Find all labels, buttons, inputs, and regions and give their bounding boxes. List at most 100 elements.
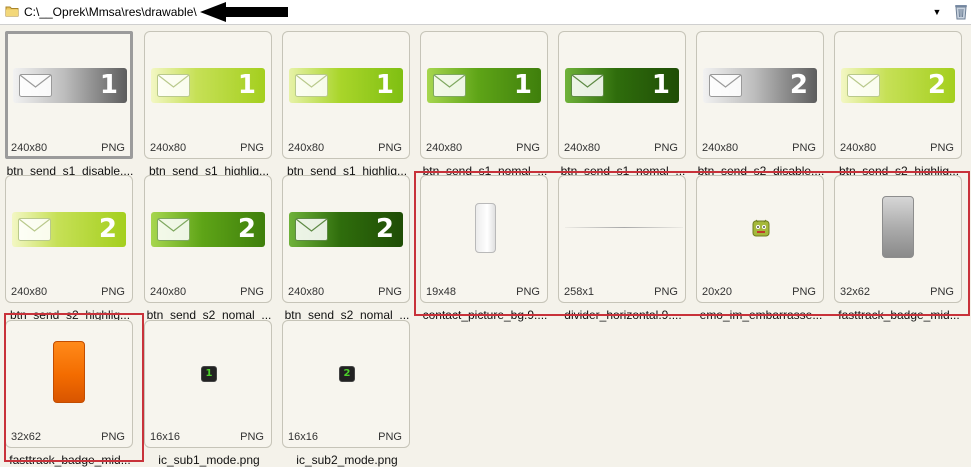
button-number-label: 2 — [927, 70, 946, 100]
file-name[interactable]: ic_sub2_mode.png — [279, 453, 415, 467]
file-format: PNG — [654, 142, 678, 154]
thumbnail-image: 1 — [421, 32, 547, 134]
file-tile[interactable]: 1 240x80 PNG btn_send_s1_nomal_... — [555, 26, 693, 178]
highlight-box-row3 — [4, 313, 144, 462]
thumbnail-image: 1 — [145, 321, 271, 423]
file-format: PNG — [378, 286, 402, 298]
envelope-icon — [295, 74, 328, 97]
file-tile[interactable]: 2 240x80 PNG btn_send_s2_nomal_... — [141, 170, 279, 322]
file-thumbnail[interactable]: 1 240x80 PNG — [144, 31, 272, 159]
thumbnail-image: 2 — [283, 176, 409, 278]
thumbnail-image: 2 — [835, 32, 961, 134]
button-number-label: 1 — [375, 70, 394, 100]
file-thumbnail[interactable]: 2 240x80 PNG — [5, 175, 133, 303]
folder-icon — [5, 6, 19, 17]
file-name[interactable]: ic_sub1_mode.png — [141, 453, 277, 467]
send-button-preview: 1 — [13, 68, 127, 103]
send-button-preview: 1 — [565, 68, 679, 103]
file-thumbnail[interactable]: 2 240x80 PNG — [696, 31, 824, 159]
image-dimensions: 240x80 — [564, 142, 601, 154]
image-dimensions: 240x80 — [840, 142, 877, 154]
arrow-annotation-icon — [200, 2, 288, 22]
thumbnail-image: 2 — [6, 176, 132, 278]
envelope-icon — [709, 74, 742, 97]
file-tile[interactable]: 2 240x80 PNG btn_send_s2_nomal_... — [279, 170, 417, 322]
file-thumbnail[interactable]: 1 16x16 PNG — [144, 320, 272, 448]
thumbnail-image: 1 — [559, 32, 685, 134]
image-dimensions: 240x80 — [11, 142, 48, 154]
button-number-label: 2 — [375, 214, 394, 244]
file-tile[interactable]: 1 240x80 PNG btn_send_s1_disable.... — [2, 26, 140, 178]
envelope-icon — [18, 218, 51, 241]
file-format: PNG — [240, 142, 264, 154]
send-button-preview: 1 — [289, 68, 403, 103]
file-format: PNG — [516, 142, 540, 154]
file-thumbnail[interactable]: 2 16x16 PNG — [282, 320, 410, 448]
file-tile[interactable]: 2 16x16 PNG ic_sub2_mode.png — [279, 315, 417, 467]
envelope-icon — [157, 218, 190, 241]
file-thumbnail[interactable]: 2 240x80 PNG — [834, 31, 962, 159]
file-tile[interactable]: 2 240x80 PNG btn_send_s2_highlig... — [831, 26, 969, 178]
button-number-label: 2 — [789, 70, 808, 100]
file-tile[interactable]: 2 240x80 PNG btn_send_s2_disable.... — [693, 26, 831, 178]
send-button-preview: 2 — [289, 212, 403, 247]
file-thumbnail[interactable]: 2 240x80 PNG — [282, 175, 410, 303]
file-format: PNG — [240, 431, 264, 443]
image-dimensions: 240x80 — [288, 142, 325, 154]
send-button-preview: 1 — [427, 68, 541, 103]
send-button-preview: 2 — [151, 212, 265, 247]
thumbnail-image: 1 — [145, 32, 271, 134]
button-number-label: 1 — [513, 70, 532, 100]
recycle-bin-icon[interactable] — [953, 2, 969, 20]
file-format: PNG — [101, 142, 125, 154]
file-thumbnail[interactable]: 1 240x80 PNG — [282, 31, 410, 159]
file-format: PNG — [792, 142, 816, 154]
file-thumbnail[interactable]: 2 240x80 PNG — [144, 175, 272, 303]
send-button-preview: 2 — [12, 212, 126, 247]
button-number-label: 2 — [98, 214, 117, 244]
envelope-icon — [571, 74, 604, 97]
address-dropdown-button[interactable]: ▼ — [931, 6, 943, 18]
image-dimensions: 240x80 — [288, 286, 325, 298]
envelope-icon — [295, 218, 328, 241]
address-path[interactable]: C:\__Oprek\Mmsa\res\drawable\ — [24, 5, 197, 19]
thumbnail-image: 2 — [145, 176, 271, 278]
thumbnail-image: 2 — [283, 321, 409, 423]
button-number-label: 1 — [237, 70, 256, 100]
file-thumbnail[interactable]: 1 240x80 PNG — [5, 31, 133, 159]
image-dimensions: 16x16 — [288, 431, 318, 443]
file-tile[interactable]: 1 240x80 PNG btn_send_s1_highlig... — [279, 26, 417, 178]
image-dimensions: 240x80 — [150, 142, 187, 154]
sub-mode-icon: 1 — [201, 366, 217, 382]
address-bar[interactable]: C:\__Oprek\Mmsa\res\drawable\ ▼ — [0, 0, 971, 25]
button-number-label: 1 — [651, 70, 670, 100]
sub-mode-icon: 2 — [339, 366, 355, 382]
image-dimensions: 240x80 — [150, 286, 187, 298]
file-format: PNG — [930, 142, 954, 154]
thumbnail-image: 1 — [8, 34, 130, 132]
send-button-preview: 1 — [151, 68, 265, 103]
file-format: PNG — [101, 286, 125, 298]
envelope-icon — [433, 74, 466, 97]
file-tile[interactable]: 1 16x16 PNG ic_sub1_mode.png — [141, 315, 279, 467]
file-tile[interactable]: 2 240x80 PNG btn_send_s2_highlig... — [2, 170, 140, 322]
button-number-label: 1 — [99, 70, 118, 100]
send-button-preview: 2 — [841, 68, 955, 103]
thumbnail-image: 1 — [283, 32, 409, 134]
file-thumbnail[interactable]: 1 240x80 PNG — [420, 31, 548, 159]
file-format: PNG — [240, 286, 264, 298]
envelope-icon — [157, 74, 190, 97]
file-tile[interactable]: 1 240x80 PNG btn_send_s1_highlig... — [141, 26, 279, 178]
image-dimensions: 240x80 — [426, 142, 463, 154]
image-dimensions: 16x16 — [150, 431, 180, 443]
file-thumbnail[interactable]: 1 240x80 PNG — [558, 31, 686, 159]
file-format: PNG — [378, 431, 402, 443]
thumbnail-image: 2 — [697, 32, 823, 134]
envelope-icon — [847, 74, 880, 97]
send-button-preview: 2 — [703, 68, 817, 103]
image-dimensions: 240x80 — [11, 286, 48, 298]
highlight-box-row2 — [414, 171, 970, 316]
image-dimensions: 240x80 — [702, 142, 739, 154]
file-format: PNG — [378, 142, 402, 154]
file-tile[interactable]: 1 240x80 PNG btn_send_s1_nomal_... — [417, 26, 555, 178]
